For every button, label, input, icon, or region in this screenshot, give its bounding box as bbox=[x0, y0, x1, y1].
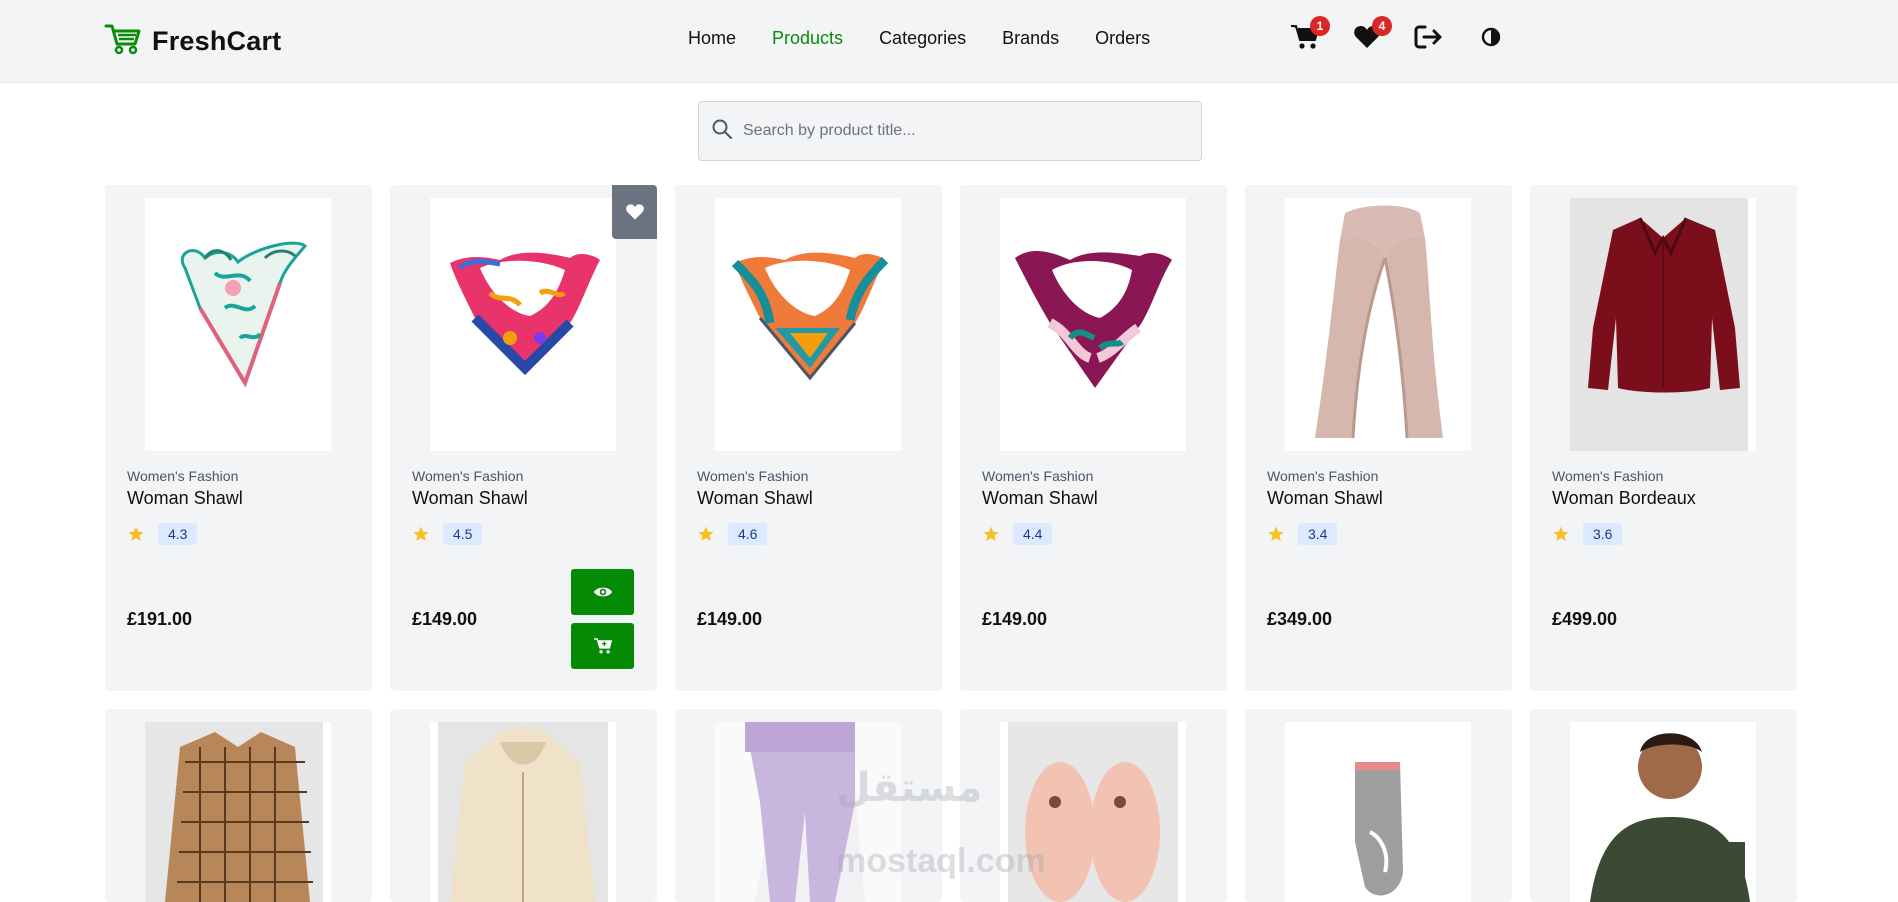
cart-button[interactable]: 1 bbox=[1288, 16, 1330, 54]
product-image[interactable] bbox=[1000, 198, 1186, 451]
main-nav: Home Products Categories Brands Orders bbox=[688, 28, 1150, 49]
nav-home[interactable]: Home bbox=[688, 28, 736, 49]
rating-badge: 3.4 bbox=[1298, 523, 1338, 545]
logout-button[interactable] bbox=[1412, 20, 1446, 54]
product-title[interactable]: Woman Shawl bbox=[697, 488, 813, 509]
add-to-wishlist-button[interactable] bbox=[612, 185, 657, 239]
search-icon bbox=[711, 118, 733, 145]
navbar: FreshCart Home Products Categories Brand… bbox=[0, 0, 1898, 83]
brand[interactable]: FreshCart bbox=[104, 22, 281, 61]
product-category: Women's Fashion bbox=[697, 468, 809, 484]
contrast-icon bbox=[1481, 27, 1501, 47]
search-box bbox=[698, 101, 1202, 161]
product-card[interactable] bbox=[1245, 709, 1512, 902]
product-image[interactable] bbox=[145, 198, 331, 451]
product-price: £149.00 bbox=[982, 609, 1048, 629]
heart-icon bbox=[625, 204, 644, 220]
product-price: £349.00 bbox=[1267, 609, 1333, 629]
product-card[interactable]: Women's Fashion Woman Shawl 4.4 £149.00 bbox=[960, 185, 1227, 691]
eye-icon bbox=[593, 587, 612, 597]
product-card[interactable]: Women's Fashion Woman Bordeaux 3.6 £499.… bbox=[1530, 185, 1797, 691]
product-title[interactable]: Woman Shawl bbox=[412, 488, 528, 509]
rating-badge: 4.6 bbox=[728, 523, 768, 545]
star-icon bbox=[1552, 525, 1570, 548]
rating-badge: 4.5 bbox=[443, 523, 483, 545]
watermark-latin: mostaql.com bbox=[836, 842, 1046, 880]
product-card[interactable] bbox=[1530, 709, 1797, 902]
product-title[interactable]: Woman Shawl bbox=[982, 488, 1098, 509]
product-card[interactable]: Women's Fashion Woman Shawl 4.5 £149.00 bbox=[390, 185, 657, 691]
product-image[interactable] bbox=[145, 722, 331, 902]
product-category: Women's Fashion bbox=[412, 468, 524, 484]
product-image[interactable] bbox=[1570, 198, 1756, 451]
theme-toggle[interactable] bbox=[1474, 20, 1508, 54]
product-price: £191.00 bbox=[127, 609, 193, 629]
quick-view-button[interactable] bbox=[571, 569, 634, 615]
nav-products[interactable]: Products bbox=[772, 28, 843, 49]
product-category: Women's Fashion bbox=[1552, 468, 1664, 484]
product-category: Women's Fashion bbox=[982, 468, 1094, 484]
product-card[interactable] bbox=[105, 709, 372, 902]
product-category: Women's Fashion bbox=[1267, 468, 1379, 484]
product-category: Women's Fashion bbox=[127, 468, 239, 484]
rating-badge: 4.3 bbox=[158, 523, 198, 545]
wishlist-button[interactable]: 4 bbox=[1350, 16, 1392, 54]
product-title[interactable]: Woman Shawl bbox=[1267, 488, 1383, 509]
product-card[interactable] bbox=[390, 709, 657, 902]
product-card[interactable]: Women's Fashion Woman Shawl 3.4 £349.00 bbox=[1245, 185, 1512, 691]
product-price: £149.00 bbox=[697, 609, 763, 629]
product-image[interactable] bbox=[1285, 722, 1471, 902]
star-icon bbox=[982, 525, 1000, 548]
cart-count-badge: 1 bbox=[1310, 16, 1330, 36]
watermark-arabic: مستقل bbox=[836, 766, 983, 810]
wishlist-count-badge: 4 bbox=[1372, 16, 1392, 36]
product-image[interactable] bbox=[1570, 722, 1756, 902]
product-card[interactable]: Women's Fashion Woman Shawl 4.6 £149.00 bbox=[675, 185, 942, 691]
cart-logo-icon bbox=[104, 22, 142, 61]
product-title[interactable]: Woman Bordeaux bbox=[1552, 488, 1696, 509]
star-icon bbox=[412, 525, 430, 548]
nav-orders[interactable]: Orders bbox=[1095, 28, 1150, 49]
product-price: £499.00 bbox=[1552, 609, 1618, 629]
product-image[interactable] bbox=[1285, 198, 1471, 451]
product-image[interactable] bbox=[715, 198, 901, 451]
star-icon bbox=[127, 525, 145, 548]
product-title[interactable]: Woman Shawl bbox=[127, 488, 243, 509]
cart-plus-icon bbox=[593, 638, 612, 654]
rating-badge: 3.6 bbox=[1583, 523, 1623, 545]
brand-name: FreshCart bbox=[152, 26, 282, 56]
nav-brands[interactable]: Brands bbox=[1002, 28, 1059, 49]
rating-badge: 4.4 bbox=[1013, 523, 1053, 545]
product-image[interactable] bbox=[430, 722, 616, 902]
product-image[interactable] bbox=[430, 198, 616, 451]
search-input[interactable] bbox=[741, 121, 1185, 141]
nav-categories[interactable]: Categories bbox=[879, 28, 966, 49]
header-actions: 1 4 bbox=[1288, 16, 1508, 54]
sign-out-icon bbox=[1414, 25, 1442, 49]
add-to-cart-button[interactable] bbox=[571, 623, 634, 669]
product-price: £149.00 bbox=[412, 609, 478, 629]
star-icon bbox=[1267, 525, 1285, 548]
product-card[interactable]: Women's Fashion Woman Shawl 4.3 £191.00 bbox=[105, 185, 372, 691]
star-icon bbox=[697, 525, 715, 548]
